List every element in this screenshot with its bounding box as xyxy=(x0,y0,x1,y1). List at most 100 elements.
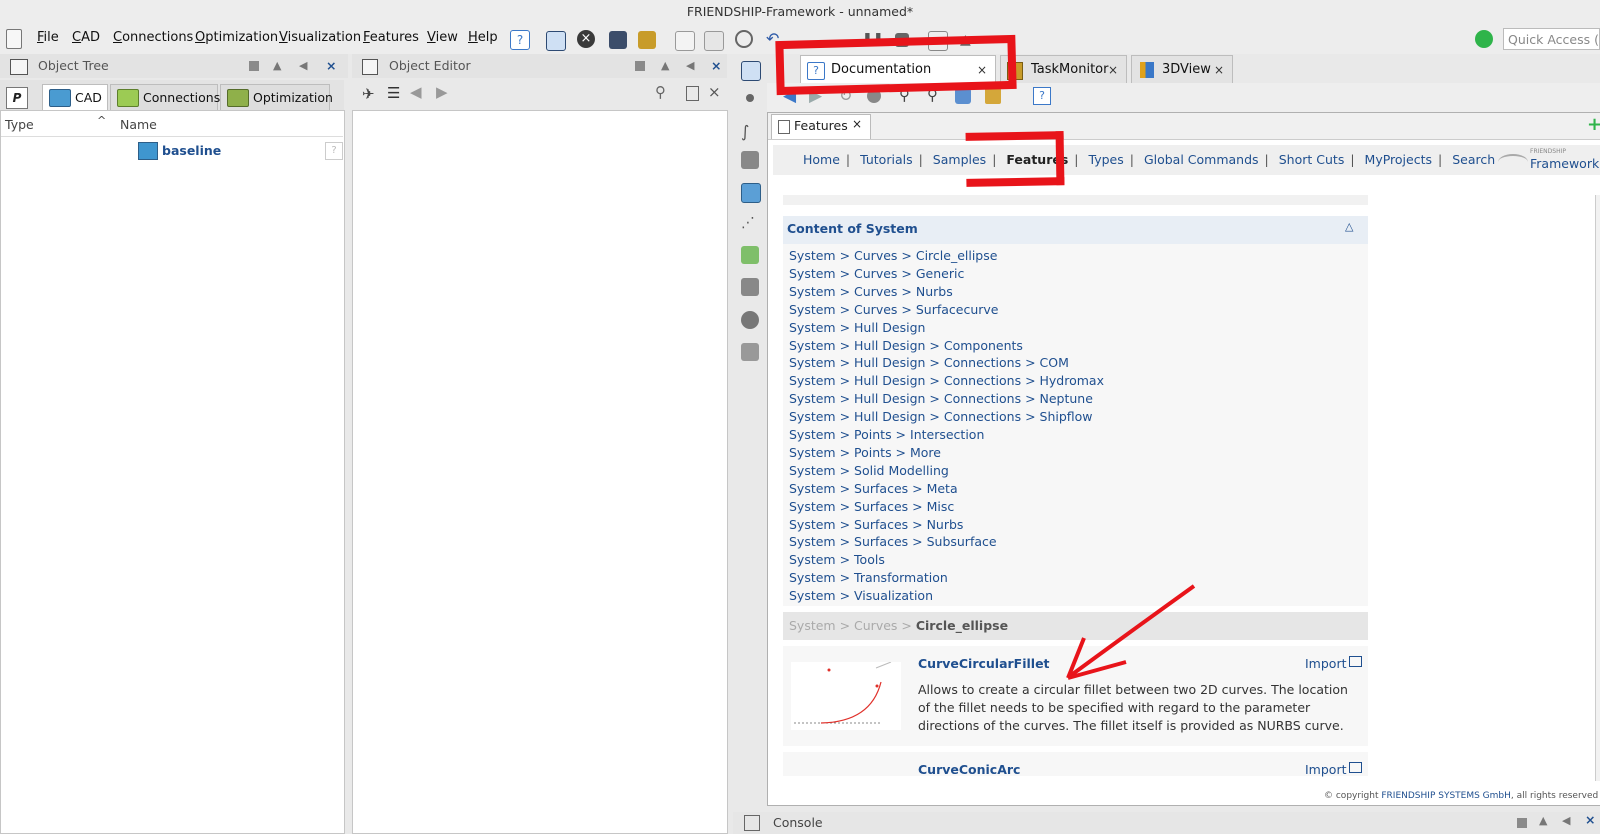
menu-view[interactable]: View xyxy=(427,30,458,45)
expand-icon[interactable]: ▲ xyxy=(661,54,669,78)
nav-search[interactable]: Search xyxy=(1452,152,1495,167)
system-link[interactable]: System > Curves > Surfacecurve xyxy=(789,302,999,317)
menu-file[interactable]: File xyxy=(37,30,59,45)
add-icon[interactable]: + xyxy=(1587,116,1600,134)
feature-name[interactable]: CurveConicArc xyxy=(918,762,1020,777)
nav-home[interactable]: Home xyxy=(803,152,840,167)
import-icon[interactable] xyxy=(1349,656,1362,667)
list-icon[interactable]: ☰ xyxy=(387,84,400,102)
help-small-icon[interactable]: ? xyxy=(325,142,343,160)
collapse-icon[interactable]: ◀ xyxy=(299,54,307,78)
close-icon[interactable]: × xyxy=(1108,56,1118,84)
collapse-icon[interactable]: ◀ xyxy=(1562,814,1570,827)
system-link[interactable]: System > Solid Modelling xyxy=(789,463,949,478)
nav-global-commands[interactable]: Global Commands xyxy=(1144,152,1259,167)
vertical-scrollbar[interactable] xyxy=(1595,195,1600,781)
import-link[interactable]: Import xyxy=(1305,762,1347,777)
column-name[interactable]: Name xyxy=(120,117,157,132)
project-tab-icon[interactable]: P xyxy=(6,87,28,109)
nav-tutorials[interactable]: Tutorials xyxy=(860,152,912,167)
close-icon[interactable]: × xyxy=(1214,56,1224,84)
stop-icon[interactable]: × xyxy=(577,30,595,48)
search-icon[interactable]: ⚲ xyxy=(655,83,666,101)
disable-icon[interactable] xyxy=(735,30,753,48)
import-link[interactable]: Import xyxy=(1305,656,1347,671)
menu-optimization[interactable]: Optimization xyxy=(195,30,278,45)
solid-icon[interactable] xyxy=(741,311,759,329)
curve-icon[interactable]: ∫ xyxy=(741,122,759,141)
collapse-icon[interactable]: ◀ xyxy=(686,54,694,78)
bookmark-icon[interactable] xyxy=(985,88,1001,104)
close-icon[interactable]: × xyxy=(852,117,862,131)
app-icon[interactable] xyxy=(6,29,22,49)
help-icon[interactable]: ? xyxy=(1033,87,1051,105)
system-link[interactable]: System > Hull Design > Connections > Shi… xyxy=(789,409,1093,424)
select-icon[interactable] xyxy=(741,183,761,203)
dots-icon[interactable]: ⋰ xyxy=(741,215,759,233)
nav-myprojects[interactable]: MyProjects xyxy=(1365,152,1432,167)
system-link[interactable]: System > Hull Design > Components xyxy=(789,338,1023,353)
save-icon[interactable] xyxy=(609,31,627,49)
tree-item-baseline[interactable]: baseline ? xyxy=(138,141,343,161)
forward-icon[interactable]: ▶ xyxy=(436,83,448,101)
menu-cad[interactable]: CAD xyxy=(72,30,100,45)
quick-access-input[interactable]: Quick Access (Ct xyxy=(1503,28,1600,50)
close-icon[interactable]: × xyxy=(708,83,721,101)
tab-taskmonitor[interactable]: TaskMonitor × xyxy=(1000,55,1127,83)
system-link[interactable]: System > Curves > Nurbs xyxy=(789,284,953,299)
expand-icon[interactable]: ▲ xyxy=(1539,814,1547,827)
column-type[interactable]: Type xyxy=(5,117,34,132)
copy-icon[interactable] xyxy=(675,31,695,51)
inner-tab-features[interactable]: Features × xyxy=(771,114,871,139)
tab-3dview[interactable]: 3DView × xyxy=(1131,55,1233,83)
system-link[interactable]: System > Curves > Circle_ellipse xyxy=(789,248,997,263)
system-link[interactable]: System > Hull Design > Connections > Hyd… xyxy=(789,373,1104,388)
help-icon[interactable]: ? xyxy=(510,30,530,50)
table-icon[interactable] xyxy=(741,246,759,264)
menu-visualization[interactable]: Visualization xyxy=(279,30,361,45)
maximize-icon[interactable] xyxy=(249,61,259,71)
system-link[interactable]: System > Tools xyxy=(789,552,885,567)
system-link[interactable]: System > Transformation xyxy=(789,570,948,585)
system-link[interactable]: System > Surfaces > Meta xyxy=(789,481,958,496)
expand-icon[interactable]: ▲ xyxy=(273,54,281,78)
close-icon[interactable]: × xyxy=(1585,812,1595,827)
import-icon[interactable] xyxy=(1349,762,1362,773)
window-icon[interactable] xyxy=(741,61,761,81)
maximize-icon[interactable] xyxy=(635,61,645,71)
open-window-icon[interactable] xyxy=(546,31,566,51)
system-link[interactable]: System > Hull Design > Connections > COM xyxy=(789,355,1069,370)
menu-help[interactable]: Help xyxy=(468,30,498,45)
copy-small-icon[interactable] xyxy=(686,86,699,101)
system-link[interactable]: System > Surfaces > Misc xyxy=(789,499,954,514)
tab-connections[interactable]: Connections xyxy=(110,84,220,110)
system-link[interactable]: System > Curves > Generic xyxy=(789,266,964,281)
tab-optimization[interactable]: Optimization xyxy=(220,84,333,110)
nav-types[interactable]: Types xyxy=(1089,152,1124,167)
system-link[interactable]: System > Surfaces > Nurbs xyxy=(789,517,963,532)
nav-short-cuts[interactable]: Short Cuts xyxy=(1279,152,1345,167)
pin-icon[interactable]: ✈ xyxy=(362,85,375,103)
system-link[interactable]: System > Visualization xyxy=(789,588,933,603)
menu-features[interactable]: Features xyxy=(363,30,419,45)
close-icon[interactable]: × xyxy=(711,54,721,78)
maximize-icon[interactable] xyxy=(1517,818,1527,828)
tab-cad[interactable]: CAD xyxy=(42,84,108,110)
point-icon[interactable] xyxy=(746,94,754,102)
system-link[interactable]: System > Points > Intersection xyxy=(789,427,984,442)
tree-icon[interactable] xyxy=(741,278,759,296)
system-link[interactable]: System > Surfaces > Subsurface xyxy=(789,534,997,549)
back-icon[interactable]: ◀ xyxy=(410,83,422,101)
menu-connections[interactable]: Connections xyxy=(113,30,193,45)
paste-icon[interactable] xyxy=(704,31,724,51)
content-header[interactable]: Content of System △ xyxy=(783,216,1368,244)
collapse-triangle-icon[interactable]: △ xyxy=(1345,220,1353,233)
feature-name[interactable]: CurveCircularFillet xyxy=(918,656,1050,671)
surface-icon[interactable] xyxy=(741,151,759,169)
system-link[interactable]: System > Hull Design xyxy=(789,320,925,335)
close-icon[interactable]: × xyxy=(326,54,336,78)
system-link[interactable]: System > Hull Design > Connections > Nep… xyxy=(789,391,1093,406)
save-all-icon[interactable] xyxy=(638,31,656,49)
system-link[interactable]: System > Points > More xyxy=(789,445,941,460)
sort-up-icon[interactable]: ^ xyxy=(97,114,106,127)
